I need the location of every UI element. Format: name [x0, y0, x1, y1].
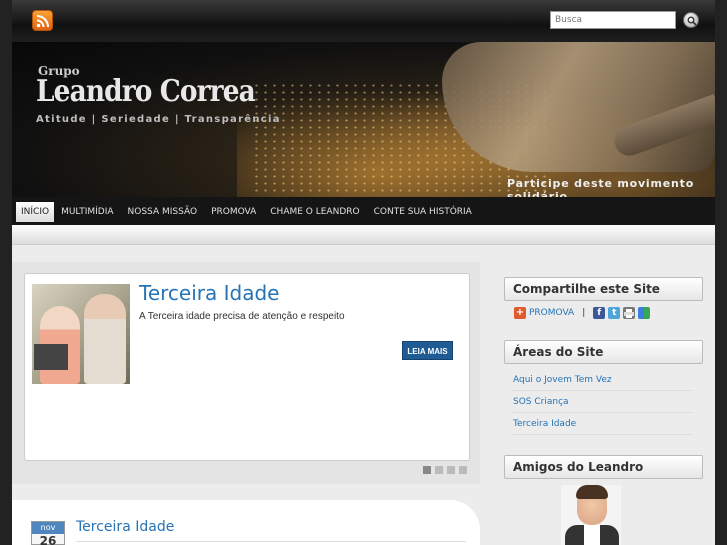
printer-icon[interactable] [623, 307, 636, 319]
main-nav: INÍCIO MULTIMÍDIA NOSSA MISSÃO PROMOVA C… [12, 197, 715, 225]
nav-item-inicio[interactable]: INÍCIO [16, 202, 55, 222]
plus-icon[interactable]: + [514, 307, 526, 319]
statue-image [442, 42, 715, 172]
areas-list: Aqui o Jovem Tem Vez SOS Criança Terceir… [513, 369, 693, 435]
post-date-badge: nov 26 [31, 521, 65, 545]
nav-item-multimidia[interactable]: MULTIMÍDIA [54, 202, 120, 222]
tagline: Atitude | Seriedade | Transparência [36, 114, 281, 125]
person-figure [84, 294, 126, 384]
magnifier-icon[interactable] [683, 12, 699, 28]
facebook-icon[interactable]: f [593, 307, 606, 319]
slider-dot[interactable] [459, 466, 467, 474]
hair-shape [576, 485, 608, 499]
post-date-month: nov [32, 522, 64, 534]
slide-title[interactable]: Terceira Idade [139, 281, 279, 305]
promova-link[interactable]: PROMOVA [529, 308, 574, 318]
slider-dot[interactable] [435, 466, 443, 474]
slide-image[interactable] [32, 284, 130, 384]
nav-item-conte-sua-historia[interactable]: CONTE SUA HISTÓRIA [367, 202, 479, 222]
post-date-day: 26 [39, 534, 57, 545]
slider-pagination [423, 466, 467, 474]
slide-description: A Terceira idade precisa de atenção e re… [139, 311, 345, 322]
post-title[interactable]: Terceira Idade [76, 519, 174, 535]
divider [76, 541, 466, 542]
nav-item-promova[interactable]: PROMOVA [204, 202, 263, 222]
slider-dot[interactable] [423, 466, 431, 474]
share-widget-heading: Compartilhe este Site [504, 277, 703, 301]
rss-feed-icon[interactable] [32, 10, 53, 31]
search-input[interactable] [550, 11, 676, 29]
nav-item-chame-o-leandro[interactable]: CHAME O LEANDRO [263, 202, 366, 222]
google-icon[interactable] [638, 307, 651, 319]
separator: | [582, 308, 586, 318]
suit-shape [565, 525, 619, 545]
slider-dot[interactable] [447, 466, 455, 474]
share-row: + PROMOVA | f t [514, 306, 651, 320]
area-link[interactable]: SOS Criança [513, 391, 693, 413]
sub-nav-band [12, 225, 715, 245]
area-link[interactable]: Aqui o Jovem Tem Vez [513, 369, 693, 391]
computer-screen [34, 344, 68, 370]
friends-widget-heading: Amigos do Leandro [504, 455, 703, 479]
areas-widget-heading: Áreas do Site [504, 340, 703, 364]
site-logo[interactable]: Leandro Correa [36, 74, 256, 109]
friend-avatar[interactable] [561, 485, 621, 545]
twitter-icon[interactable]: t [608, 307, 621, 319]
area-link[interactable]: Terceira Idade [513, 413, 693, 435]
nav-item-nossa-missao[interactable]: NOSSA MISSÃO [121, 202, 205, 222]
read-more-button[interactable]: LEIA MAIS [402, 341, 453, 360]
